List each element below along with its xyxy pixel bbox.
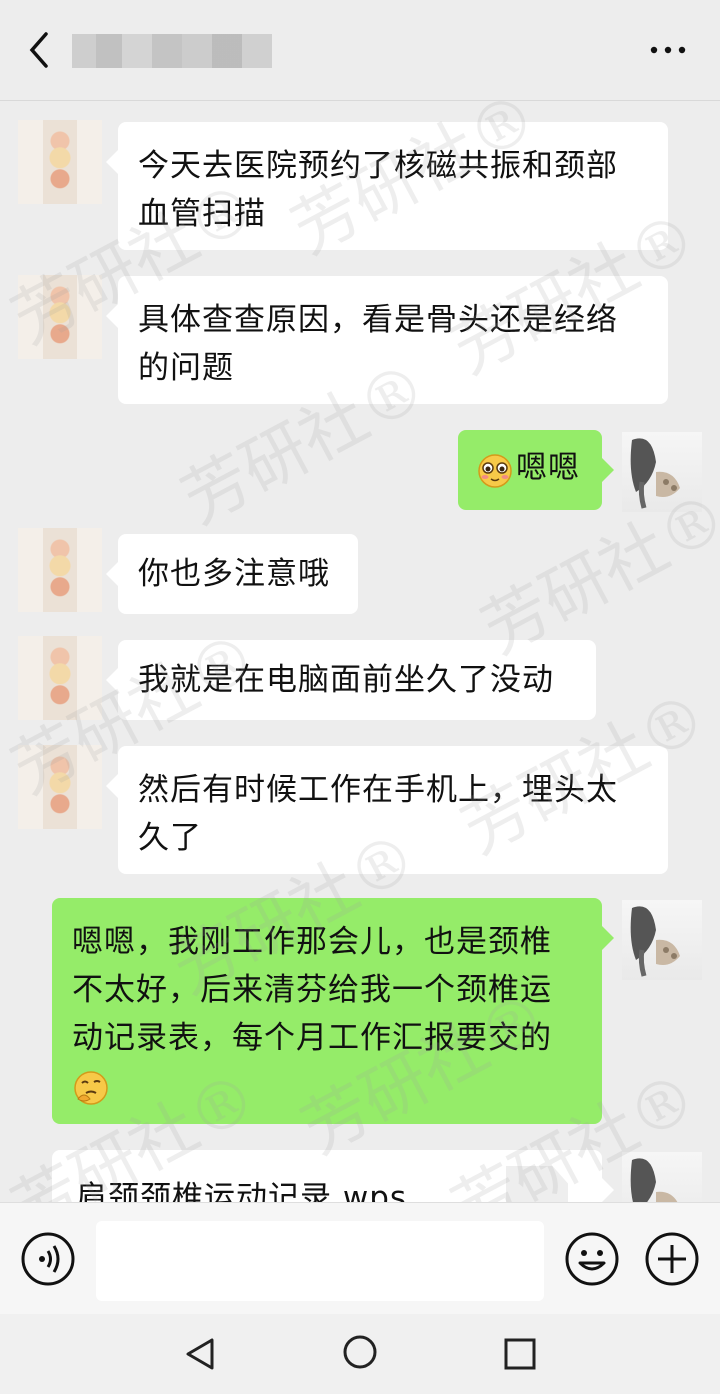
avatar[interactable] [18, 120, 102, 204]
nav-home-icon[interactable] [340, 1332, 380, 1372]
file-message-bubble[interactable]: 肩颈颈椎运动记录.wps [52, 1150, 614, 1202]
braid-girl-icon [630, 1158, 678, 1202]
nav-recent-apps-icon[interactable] [502, 1336, 538, 1372]
chat-title-blurred [72, 34, 272, 68]
chat-area[interactable]: 今天去医院预约了核磁共振和颈部血管扫描 具体查查原因，看是骨头还是经络的问题 嗯… [0, 100, 720, 1202]
message-text: 你也多注意哦 [138, 556, 330, 592]
message-text: 我就是在电脑面前坐久了没动 [138, 662, 554, 698]
message-bubble[interactable]: 你也多注意哦 [106, 534, 358, 614]
message-bubble[interactable]: 嗯嗯 [458, 430, 614, 510]
more-dots-icon[interactable] [648, 40, 688, 60]
nav-back-icon[interactable] [180, 1334, 220, 1374]
avatar[interactable] [18, 528, 102, 612]
message-text: 今天去医院预约了核磁共振和颈部血管扫描 [138, 148, 618, 232]
message-bubble[interactable]: 我就是在电脑面前坐久了没动 [106, 640, 596, 720]
message-input[interactable] [96, 1221, 544, 1301]
message-bubble[interactable]: 具体查查原因，看是骨头还是经络的问题 [106, 276, 668, 404]
avatar[interactable] [18, 745, 102, 829]
message-bubble[interactable]: 今天去医院预约了核磁共振和颈部血管扫描 [106, 122, 668, 250]
message-text: 具体查查原因，看是骨头还是经络的问题 [138, 302, 618, 386]
file-name: 肩颈颈椎运动记录.wps [76, 1180, 408, 1202]
my-avatar[interactable] [622, 900, 702, 980]
message-text: 嗯嗯，我刚工作那会儿，也是颈椎不太好，后来清芬给我一个颈椎运动记录表，每个月工作… [72, 924, 552, 1056]
message-text: 嗯嗯 [516, 450, 580, 486]
input-bar [0, 1202, 720, 1315]
message-bubble[interactable]: 然后有时候工作在手机上，埋头太久了 [106, 746, 668, 874]
message-text: 然后有时候工作在手机上，埋头太久了 [138, 772, 618, 856]
braid-girl-icon [630, 906, 680, 977]
chat-header [0, 0, 720, 101]
message-bubble[interactable]: 嗯嗯，我刚工作那会儿，也是颈椎不太好，后来清芬给我一个颈椎运动记录表，每个月工作… [52, 898, 614, 1124]
system-nav-bar [0, 1314, 720, 1394]
avatar[interactable] [18, 636, 102, 720]
blush-face-icon [478, 453, 512, 488]
voice-icon[interactable] [20, 1231, 76, 1287]
my-avatar[interactable] [622, 432, 702, 512]
plus-icon[interactable] [644, 1231, 700, 1287]
my-avatar[interactable] [622, 1152, 702, 1202]
thinking-face-icon [74, 1070, 108, 1105]
smiley-icon[interactable] [564, 1231, 620, 1287]
wps-file-icon [506, 1166, 568, 1202]
avatar[interactable] [18, 275, 102, 359]
chevron-left-icon[interactable] [24, 30, 54, 70]
braid-girl-icon [630, 438, 680, 509]
